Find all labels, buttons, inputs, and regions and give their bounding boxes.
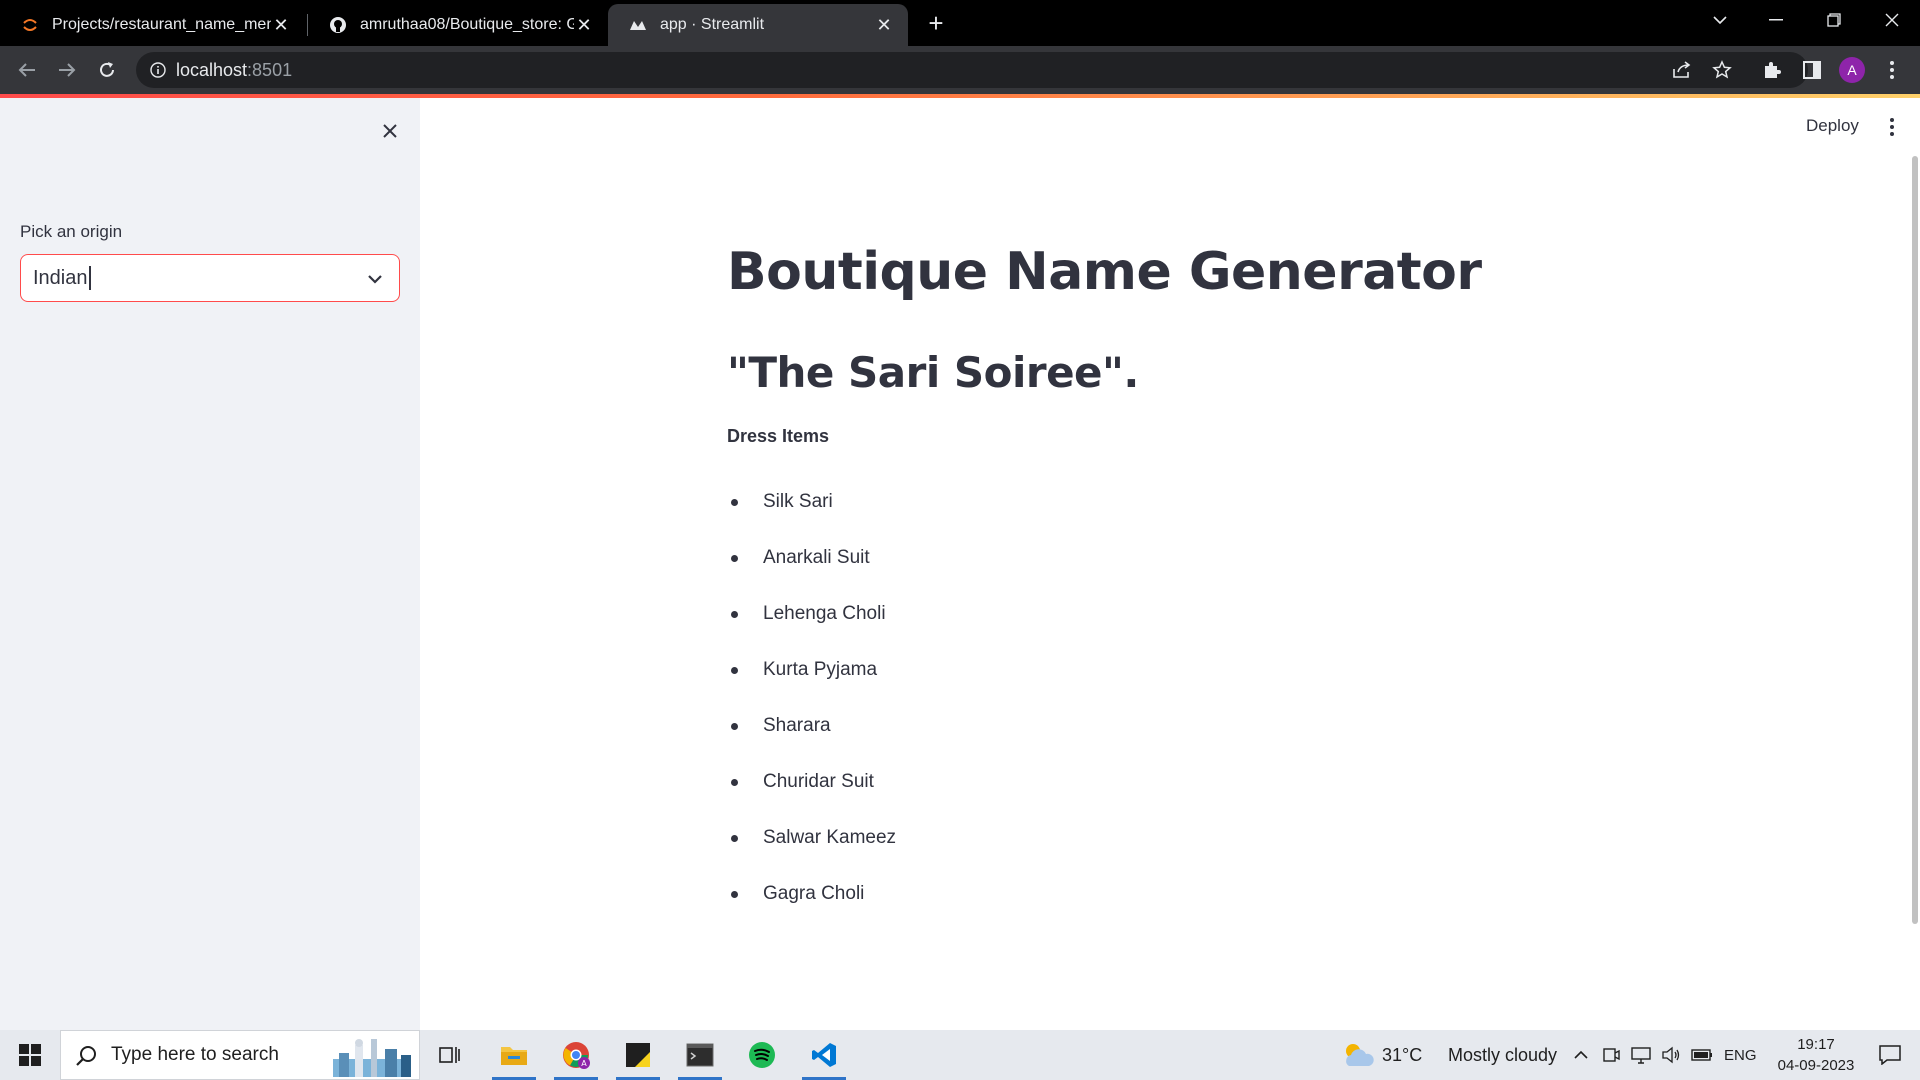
clock-date: 04-09-2023 — [1777, 1057, 1855, 1074]
share-icon[interactable] — [1668, 56, 1696, 84]
bullet — [731, 555, 738, 562]
bullet — [731, 835, 738, 842]
terminal-icon[interactable] — [674, 1030, 726, 1080]
main-content — [420, 98, 1920, 1030]
deploy-button[interactable]: Deploy — [1806, 116, 1859, 136]
list-item-text: Churidar Suit — [763, 771, 874, 792]
chevron-down-icon[interactable] — [365, 269, 385, 289]
search-highlight-image — [325, 1035, 417, 1079]
dress-items-heading: Dress Items — [727, 426, 830, 446]
side-panel-icon[interactable] — [1798, 56, 1826, 84]
taskbar: Type here to search A 31°C Mostly cloudy — [0, 1030, 1920, 1080]
close-tab-icon[interactable]: ✕ — [574, 15, 594, 36]
tab-title: amruthaa08/Boutique_store: Gen — [360, 16, 574, 33]
task-view-icon[interactable] — [432, 1030, 468, 1080]
file-explorer-icon[interactable] — [488, 1030, 540, 1080]
meet-now-icon[interactable] — [1598, 1030, 1624, 1080]
select-value: Indian — [33, 266, 88, 289]
bullet — [731, 723, 738, 730]
bullet — [731, 611, 738, 618]
url-host: localhost — [176, 59, 248, 80]
url-port: :8501 — [247, 59, 293, 80]
list-item: Kurta Pyjama — [727, 642, 896, 698]
chrome-taskbar-icon[interactable]: A — [550, 1030, 602, 1080]
close-tab-icon[interactable]: ✕ — [271, 15, 291, 36]
volume-icon[interactable] — [1658, 1030, 1684, 1080]
clock[interactable]: 19:17 04-09-2023 — [1768, 1034, 1864, 1076]
weather-text[interactable]: Mostly cloudy — [1448, 1030, 1557, 1080]
select-label: Pick an origin — [20, 222, 123, 241]
list-item: Churidar Suit — [727, 754, 896, 810]
address-bar[interactable]: localhost:8501 — [136, 52, 1808, 88]
site-info-icon[interactable] — [150, 62, 166, 78]
text-cursor — [88, 266, 91, 290]
list-item-text: Gagra Choli — [763, 883, 865, 904]
reload-icon[interactable] — [91, 54, 123, 86]
page-title: Boutique Name Generator — [727, 242, 1482, 302]
list-item: Lehenga Choli — [727, 586, 896, 642]
tab-jupyter[interactable]: Projects/restaurant_name_menu/ ✕ — [0, 4, 305, 46]
taskbar-search-input[interactable]: Type here to search — [60, 1030, 420, 1080]
list-item-text: Kurta Pyjama — [763, 659, 878, 680]
battery-icon[interactable] — [1688, 1030, 1716, 1080]
list-item: Anarkali Suit — [727, 530, 896, 586]
forward-arrow-icon[interactable] — [51, 54, 83, 86]
list-item-text: Silk Sari — [763, 491, 833, 512]
close-sidebar-icon[interactable] — [375, 116, 405, 146]
scrollbar[interactable] — [1912, 156, 1918, 924]
streamlit-icon — [628, 15, 648, 35]
jupyter-icon — [20, 15, 40, 35]
profile-avatar[interactable]: A — [1838, 56, 1866, 84]
browser-menu-icon[interactable] — [1878, 56, 1906, 84]
tab-github[interactable]: amruthaa08/Boutique_store: Gen ✕ — [308, 4, 608, 46]
weather-cloud-icon[interactable] — [1340, 1030, 1376, 1080]
weather-temp[interactable]: 31°C — [1382, 1030, 1422, 1080]
bullet — [731, 891, 738, 898]
list-item-text: Sharara — [763, 715, 831, 736]
list-item: Sharara — [727, 698, 896, 754]
list-item: Salwar Kameez — [727, 810, 896, 866]
bullet — [731, 779, 738, 786]
extensions-puzzle-icon[interactable] — [1758, 56, 1786, 84]
list-item-text: Anarkali Suit — [763, 547, 870, 568]
bullet — [731, 499, 738, 506]
close-tab-icon[interactable]: ✕ — [874, 15, 894, 36]
browser-toolbar: localhost:8501 A — [0, 46, 1920, 94]
github-icon — [328, 15, 348, 35]
app-menu-icon[interactable] — [1880, 114, 1904, 140]
tab-title: app · Streamlit — [660, 16, 765, 33]
notification-icon[interactable] — [1864, 1030, 1916, 1080]
close-window-button[interactable] — [1864, 0, 1920, 40]
bullet — [731, 667, 738, 674]
browser-tabstrip: Projects/restaurant_name_menu/ ✕ amrutha… — [0, 0, 1920, 46]
vscode-icon[interactable] — [798, 1030, 850, 1080]
bookmark-star-icon[interactable] — [1708, 56, 1736, 84]
origin-select[interactable]: Indian — [20, 254, 400, 302]
dress-items-list: Silk Sari Anarkali Suit Lehenga Choli Ku… — [727, 474, 896, 922]
list-item: Silk Sari — [727, 474, 896, 530]
tab-search-chevron-icon[interactable] — [1692, 0, 1748, 40]
windows-start-icon[interactable] — [0, 1030, 60, 1080]
sidebar: Pick an origin Indian — [0, 98, 420, 1030]
chevron-up-icon[interactable] — [1568, 1030, 1594, 1080]
list-item-text: Lehenga Choli — [763, 603, 886, 624]
spotify-icon[interactable] — [736, 1030, 788, 1080]
list-item-text: Salwar Kameez — [763, 827, 897, 848]
restore-button[interactable] — [1806, 0, 1862, 40]
list-item: Gagra Choli — [727, 866, 896, 922]
search-placeholder: Type here to search — [111, 1044, 279, 1065]
sticky-notes-icon[interactable] — [612, 1030, 664, 1080]
network-icon[interactable] — [1628, 1030, 1654, 1080]
language-indicator[interactable]: ENG — [1724, 1030, 1757, 1080]
clock-time: 19:17 — [1797, 1036, 1835, 1053]
search-icon — [75, 1045, 97, 1067]
new-tab-button[interactable]: + — [921, 8, 951, 38]
back-arrow-icon[interactable] — [11, 54, 43, 86]
tab-title: Projects/restaurant_name_menu/ — [52, 16, 271, 33]
minimize-button[interactable] — [1748, 0, 1804, 40]
boutique-name-heading: "The Sari Soiree". — [727, 348, 1139, 397]
tab-streamlit[interactable]: app · Streamlit ✕ — [608, 4, 908, 46]
avatar-letter: A — [1839, 57, 1865, 83]
svg-text:A: A — [581, 1059, 587, 1068]
